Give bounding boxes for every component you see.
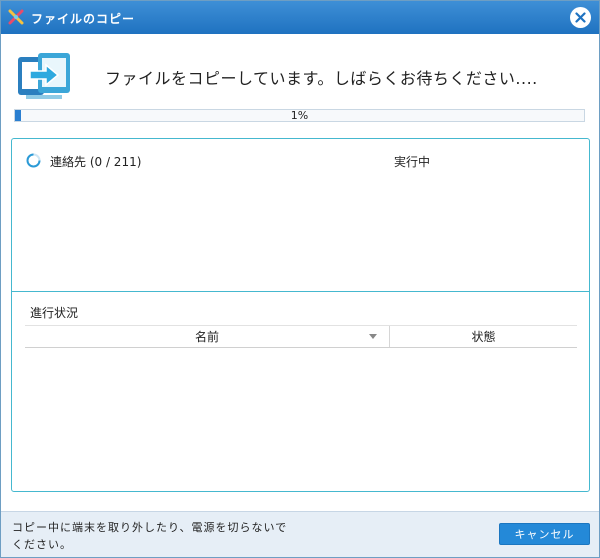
sort-arrow-icon xyxy=(369,334,377,339)
footer-warning: コピー中に端末を取り外したり、電源を切らないで ください。 xyxy=(12,519,322,553)
close-icon xyxy=(575,12,586,23)
progress-percent: 1% xyxy=(290,109,309,122)
window-title: ファイルのコピー xyxy=(31,12,136,26)
spinner-icon xyxy=(26,153,41,168)
footer-warning-line2: ください。 xyxy=(12,538,72,551)
app-logo-icon xyxy=(8,9,24,25)
panel-divider xyxy=(12,291,589,292)
cancel-button[interactable]: キャンセル xyxy=(499,523,590,545)
footer: コピー中に端末を取り外したり、電源を切らないで ください。 キャンセル xyxy=(1,511,599,557)
column-label-status: 状態 xyxy=(471,330,496,344)
copy-progress-bar: 1% xyxy=(14,109,585,122)
task-row: 連絡先 (0 / 211) 実行中 xyxy=(25,151,575,171)
title-bar[interactable]: ファイルのコピー xyxy=(1,1,599,34)
progress-section-title: 進行状況 xyxy=(30,306,79,320)
column-label-name: 名前 xyxy=(194,330,219,344)
copy-dialog: ファイルのコピー ファイルをコピーしています。しばらくお待ちください.... 1… xyxy=(0,0,600,558)
table-header: 名前 状態 xyxy=(25,325,577,348)
file-transfer-icon xyxy=(16,51,72,105)
task-label: 連絡先 (0 / 211) xyxy=(50,155,142,169)
close-button[interactable] xyxy=(570,7,591,28)
footer-warning-line1: コピー中に端末を取り外したり、電源を切らないで xyxy=(12,521,288,534)
header-message: ファイルをコピーしています。しばらくお待ちください.... xyxy=(105,69,538,88)
column-header-status[interactable]: 状態 xyxy=(390,326,577,347)
column-header-name[interactable]: 名前 xyxy=(25,326,389,347)
task-status: 実行中 xyxy=(394,155,431,169)
copy-panel: 連絡先 (0 / 211) 実行中 進行状況 名前 状態 xyxy=(11,138,590,492)
